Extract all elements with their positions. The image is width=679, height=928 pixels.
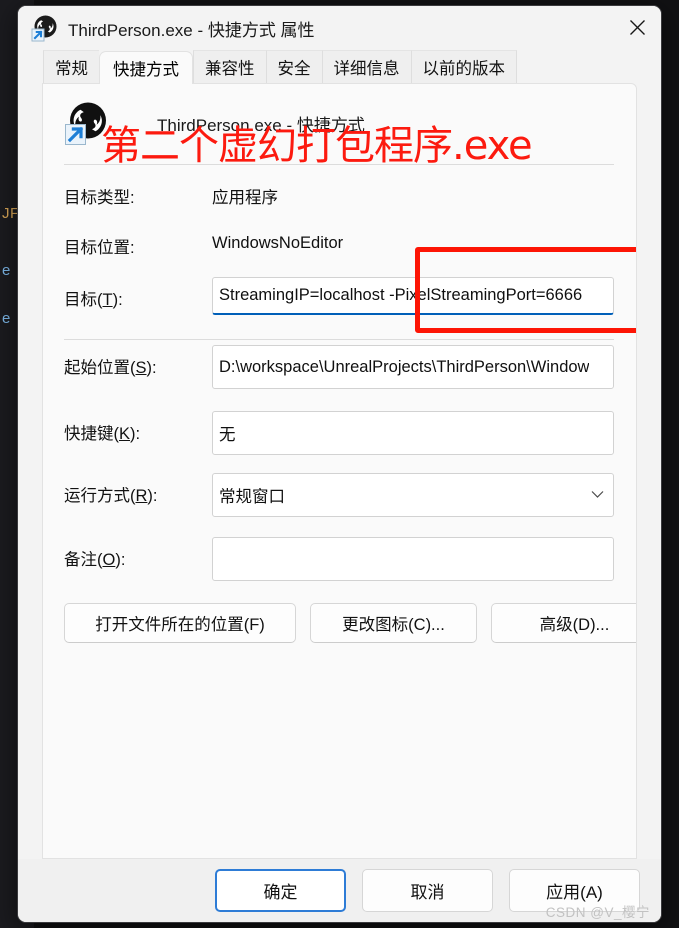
comment-label: 备注(O):	[64, 537, 212, 570]
tab-compatibility[interactable]: 兼容性	[193, 50, 266, 83]
header-divider	[64, 164, 614, 165]
target-type-label: 目标类型:	[64, 189, 135, 207]
comment-input[interactable]	[212, 537, 614, 581]
target-divider	[64, 339, 614, 340]
run-mode-label: 运行方式(R):	[64, 473, 212, 506]
target-input[interactable]: StreamingIP=localhost -PixelStreamingPor…	[212, 277, 614, 315]
field-row-target-type: 目标类型: 应用程序	[43, 175, 636, 225]
dialog-footer: 确定 取消 应用(A) CSDN @V_樱宁	[18, 859, 661, 922]
start-in-label-accesskey: S	[135, 359, 147, 377]
unreal-shortcut-icon-large	[64, 100, 110, 146]
tab-previous-versions[interactable]: 以前的版本	[410, 50, 517, 83]
desktop-background: JF e e ThirdPerson.exe - 快捷方式 属性 常规 快捷方式…	[0, 0, 679, 928]
run-mode-select[interactable]: 常规窗口	[212, 473, 614, 517]
target-label: 目标(T):	[64, 277, 212, 310]
dialog-title: ThirdPerson.exe - 快捷方式 属性	[68, 20, 315, 40]
shortcut-tab-panel: 第二个虚幻打包程序.exe ThirdPerson.exe - 快捷方式 目标类…	[42, 83, 637, 859]
start-in-label-prefix: 起始位置(	[64, 359, 136, 377]
field-row-target: 目标(T): StreamingIP=localhost -PixelStrea…	[43, 277, 636, 345]
run-mode-label-suffix: ):	[147, 487, 158, 505]
run-mode-selected-value: 常规窗口	[219, 488, 285, 506]
run-mode-label-prefix: 运行方式(	[64, 487, 136, 505]
shortcut-properties-dialog: ThirdPerson.exe - 快捷方式 属性 常规 快捷方式 兼容性 安全…	[17, 5, 662, 923]
field-row-comment: 备注(O):	[43, 537, 636, 595]
start-in-input-value: D:\workspace\UnrealProjects\ThirdPerson\…	[219, 357, 590, 376]
shortcut-key-label-prefix: 快捷键(	[64, 425, 119, 443]
shortcut-form: 目标类型: 应用程序 目标位置: WindowsNoEditor 目标(T): …	[43, 166, 636, 643]
target-input-value: StreamingIP=localhost -PixelStreamingPor…	[219, 286, 583, 304]
run-mode-label-accesskey: R	[135, 487, 148, 505]
shortcut-display-name: ThirdPerson.exe - 快捷方式	[157, 116, 365, 135]
target-location-label: 目标位置:	[64, 239, 135, 257]
target-type-value: 应用程序	[212, 189, 278, 207]
target-label-prefix: 目标(	[64, 291, 103, 309]
field-row-target-location: 目标位置: WindowsNoEditor	[43, 225, 636, 277]
open-file-location-button[interactable]: 打开文件所在的位置(F)	[64, 603, 296, 643]
tab-details[interactable]: 详细信息	[321, 50, 411, 83]
shortcut-actions: 打开文件所在的位置(F) 更改图标(C)... 高级(D)...	[43, 595, 636, 643]
tab-security[interactable]: 安全	[265, 50, 322, 83]
field-row-start-in: 起始位置(S): D:\workspace\UnrealProjects\Thi…	[43, 345, 636, 411]
shortcut-header: ThirdPerson.exe - 快捷方式	[43, 84, 636, 166]
shortcut-key-input-value: 无	[219, 426, 236, 444]
start-in-label-suffix: ):	[146, 359, 157, 377]
shortcut-key-label: 快捷键(K):	[64, 411, 212, 444]
ok-button[interactable]: 确定	[215, 869, 346, 912]
comment-label-accesskey: O	[102, 551, 116, 569]
tab-shortcut[interactable]: 快捷方式	[99, 51, 193, 84]
target-label-suffix: ):	[112, 291, 123, 309]
shortcut-key-input[interactable]: 无	[212, 411, 614, 455]
background-text-fragment: e	[2, 262, 11, 279]
shortcut-key-label-accesskey: K	[119, 425, 131, 443]
target-label-accesskey: T	[102, 291, 113, 309]
advanced-button[interactable]: 高级(D)...	[491, 603, 636, 643]
start-in-label: 起始位置(S):	[64, 345, 212, 378]
unreal-shortcut-icon	[31, 14, 59, 42]
comment-label-suffix: ):	[115, 551, 126, 569]
tab-strip: 常规 快捷方式 兼容性 安全 详细信息 以前的版本	[18, 50, 661, 84]
comment-label-prefix: 备注(	[64, 551, 103, 569]
target-location-value: WindowsNoEditor	[212, 234, 344, 252]
background-text-fragment: e	[2, 310, 11, 327]
close-icon[interactable]	[614, 6, 661, 49]
field-row-run-mode: 运行方式(R): 常规窗口	[43, 473, 636, 537]
title-bar: ThirdPerson.exe - 快捷方式 属性	[18, 6, 661, 50]
start-in-input[interactable]: D:\workspace\UnrealProjects\ThirdPerson\…	[212, 345, 614, 389]
field-row-shortcut-key: 快捷键(K): 无	[43, 411, 636, 473]
watermark: CSDN @V_樱宁	[545, 905, 650, 920]
shortcut-key-label-suffix: ):	[130, 425, 141, 443]
cancel-button[interactable]: 取消	[362, 869, 493, 912]
chevron-down-icon	[591, 486, 604, 504]
tab-general[interactable]: 常规	[43, 50, 99, 83]
change-icon-button[interactable]: 更改图标(C)...	[310, 603, 477, 643]
